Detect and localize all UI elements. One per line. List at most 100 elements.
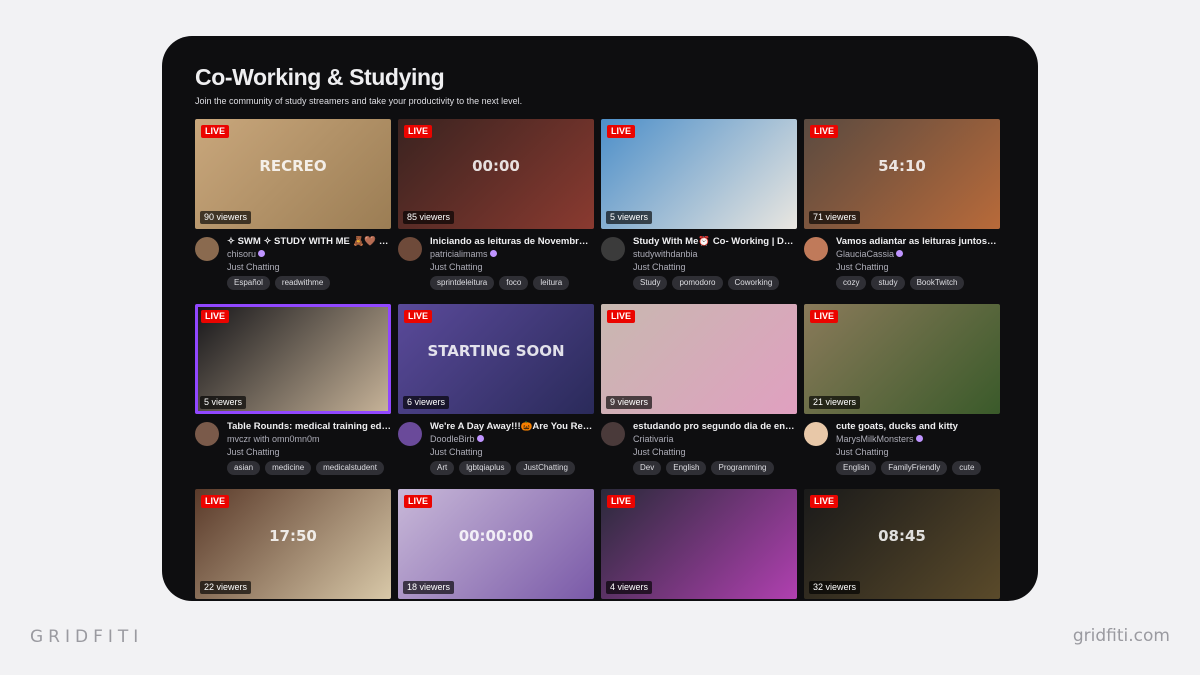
- tag-pill[interactable]: asian: [227, 461, 261, 475]
- category-link[interactable]: Just Chatting: [633, 447, 686, 457]
- stream-card[interactable]: 17:50 LIVE 22 viewers: [195, 489, 391, 599]
- tag-pill[interactable]: FamilyFriendly: [881, 461, 948, 475]
- tag-pill[interactable]: cozy: [836, 276, 867, 290]
- stream-thumbnail[interactable]: 54:10 LIVE 71 viewers: [804, 119, 1000, 229]
- channel-name[interactable]: GlauciaCassia: [836, 249, 904, 259]
- stream-thumbnail[interactable]: LIVE 4 viewers: [601, 489, 797, 599]
- category-link[interactable]: Just Chatting: [227, 262, 280, 272]
- viewer-count: 4 viewers: [606, 581, 653, 594]
- stream-card[interactable]: RECREO LIVE 90 viewers ✧ SWM ✧ STUDY WITH M…: [195, 119, 391, 299]
- category-link[interactable]: Just Chatting: [227, 447, 280, 457]
- tag-pill[interactable]: pomodoro: [672, 276, 723, 290]
- stream-thumbnail[interactable]: 17:50 LIVE 22 viewers: [195, 489, 391, 599]
- tag-pill[interactable]: leitura: [533, 276, 570, 290]
- tag-pill[interactable]: Coworking: [727, 276, 780, 290]
- channel-name-text: MarysMilkMonsters: [836, 434, 914, 444]
- channel-name[interactable]: Criativaria: [633, 434, 674, 444]
- stream-thumbnail[interactable]: LIVE 9 viewers: [601, 304, 797, 414]
- stream-title[interactable]: cute goats, ducks and kitty: [836, 421, 1000, 432]
- directory-panel: Co-Working & Studying Join the community…: [162, 36, 1038, 601]
- verified-icon: [915, 435, 923, 443]
- channel-name-text: DoodleBirb: [430, 434, 475, 444]
- stream-meta: Table Rounds: medical training editi... m…: [195, 414, 391, 484]
- stream-card[interactable]: STARTING SOON LIVE 6 viewers We're A Day Aw…: [398, 304, 594, 484]
- tag-pill[interactable]: Study: [633, 276, 668, 290]
- channel-name[interactable]: studywithdanbia: [633, 249, 698, 259]
- stream-card[interactable]: LIVE 5 viewers Table Rounds: medical train…: [195, 304, 391, 484]
- live-badge: LIVE: [404, 125, 433, 138]
- stream-thumbnail[interactable]: 00:00 LIVE 85 viewers: [398, 119, 594, 229]
- live-badge: LIVE: [810, 495, 839, 508]
- tag-pill[interactable]: JustChatting: [516, 461, 575, 475]
- live-badge: LIVE: [201, 125, 230, 138]
- avatar[interactable]: [804, 422, 828, 446]
- channel-name[interactable]: mvczr with omn0mn0m: [227, 434, 320, 444]
- thumbnail-overlay-text: 00:00: [472, 157, 520, 175]
- stream-title[interactable]: We're A Day Away!!!🎃Are You Ready...: [430, 421, 594, 432]
- stream-card[interactable]: LIVE 9 viewers estudando pro segundo dia d…: [601, 304, 797, 484]
- stream-thumbnail[interactable]: RECREO LIVE 90 viewers: [195, 119, 391, 229]
- stream-thumbnail[interactable]: 08:45 LIVE 32 viewers: [804, 489, 1000, 599]
- avatar[interactable]: [398, 237, 422, 261]
- stream-meta: ✧ SWM ✧ STUDY WITH ME 🧸🤎 (/◕... chisoru Ju…: [195, 229, 391, 299]
- stream-thumbnail[interactable]: 00:00:00 LIVE 18 viewers: [398, 489, 594, 599]
- category-link[interactable]: Just Chatting: [836, 447, 889, 457]
- tag-pill[interactable]: English: [666, 461, 707, 475]
- tag-pill[interactable]: medicalstudent: [316, 461, 384, 475]
- category-link[interactable]: Just Chatting: [430, 447, 483, 457]
- category-link[interactable]: Just Chatting: [836, 262, 889, 272]
- stream-card[interactable]: 00:00 LIVE 85 viewers Iniciando as leituras…: [398, 119, 594, 299]
- tag-pill[interactable]: study: [871, 276, 905, 290]
- stream-card[interactable]: 00:00:00 LIVE 18 viewers: [398, 489, 594, 599]
- stream-title[interactable]: ✧ SWM ✧ STUDY WITH ME 🧸🤎 (/◕...: [227, 236, 391, 247]
- channel-name[interactable]: chisoru: [227, 249, 266, 259]
- channel-name[interactable]: MarysMilkMonsters: [836, 434, 923, 444]
- avatar[interactable]: [195, 422, 219, 446]
- viewer-count: 5 viewers: [606, 211, 653, 224]
- stream-thumbnail[interactable]: STARTING SOON LIVE 6 viewers: [398, 304, 594, 414]
- category-link[interactable]: Just Chatting: [633, 262, 686, 272]
- stream-thumbnail[interactable]: LIVE 21 viewers: [804, 304, 1000, 414]
- live-badge: LIVE: [201, 310, 230, 323]
- channel-name[interactable]: patricialimams: [430, 249, 497, 259]
- tag-pill[interactable]: BookTwitch: [909, 276, 965, 290]
- stream-thumbnail[interactable]: LIVE 5 viewers: [195, 304, 391, 414]
- stream-card[interactable]: LIVE 21 viewers cute goats, ducks and kitt…: [804, 304, 1000, 484]
- stream-meta: estudando pro segundo dia de enem... Cria…: [601, 414, 797, 484]
- stream-card[interactable]: 54:10 LIVE 71 viewers Vamos adiantar as lei…: [804, 119, 1000, 299]
- tag-pill[interactable]: Programming: [711, 461, 774, 475]
- tag-pill[interactable]: Español: [227, 276, 270, 290]
- tag-pill[interactable]: Art: [430, 461, 455, 475]
- avatar[interactable]: [398, 422, 422, 446]
- avatar[interactable]: [195, 237, 219, 261]
- channel-name[interactable]: DoodleBirb: [430, 434, 484, 444]
- stream-title[interactable]: Vamos adiantar as leituras juntos? 📚: [836, 236, 1000, 247]
- stream-card[interactable]: LIVE 5 viewers Study With Me⏰ Co- Working …: [601, 119, 797, 299]
- page-subtitle: Join the community of study streamers an…: [195, 96, 523, 106]
- tag-list: English FamilyFriendly cute: [836, 461, 982, 475]
- stream-title[interactable]: Iniciando as leituras de Novembro 📚...: [430, 236, 594, 247]
- tag-pill[interactable]: Dev: [633, 461, 662, 475]
- stream-card[interactable]: LIVE 4 viewers: [601, 489, 797, 599]
- tag-pill[interactable]: lgbtqiaplus: [459, 461, 512, 475]
- viewer-count: 90 viewers: [200, 211, 252, 224]
- avatar[interactable]: [804, 237, 828, 261]
- tag-pill[interactable]: readwithme: [274, 276, 331, 290]
- stream-meta: cute goats, ducks and kitty MarysMilkMons…: [804, 414, 1000, 484]
- tag-pill[interactable]: English: [836, 461, 877, 475]
- tag-pill[interactable]: sprintdeleitura: [430, 276, 495, 290]
- channel-name-text: chisoru: [227, 249, 257, 259]
- tag-pill[interactable]: medicine: [265, 461, 312, 475]
- category-link[interactable]: Just Chatting: [430, 262, 483, 272]
- stream-thumbnail[interactable]: LIVE 5 viewers: [601, 119, 797, 229]
- avatar[interactable]: [601, 422, 625, 446]
- stream-title[interactable]: estudando pro segundo dia de enem...: [633, 421, 797, 432]
- tag-pill[interactable]: foco: [499, 276, 529, 290]
- stream-meta: Iniciando as leituras de Novembro 📚... pa…: [398, 229, 594, 299]
- tag-pill[interactable]: cute: [952, 461, 982, 475]
- stream-title[interactable]: Study With Me⏰ Co- Working | Dail...: [633, 236, 797, 247]
- channel-name-text: patricialimams: [430, 249, 488, 259]
- stream-card[interactable]: 08:45 LIVE 32 viewers: [804, 489, 1000, 599]
- avatar[interactable]: [601, 237, 625, 261]
- stream-title[interactable]: Table Rounds: medical training editi...: [227, 421, 391, 432]
